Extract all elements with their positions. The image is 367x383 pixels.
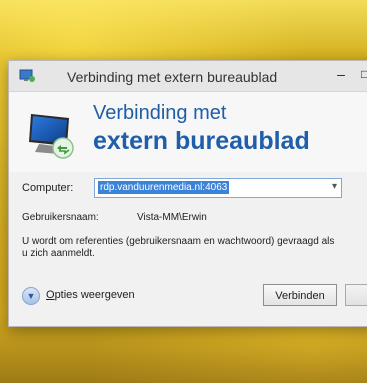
banner-subtitle: extern bureaublad [93, 127, 310, 155]
show-options-label[interactable]: Opties weergeven [46, 289, 135, 301]
window-title: Verbinding met extern bureaublad [67, 69, 278, 85]
dialog-content: Computer: rdp.vanduurenmedia.nl:4063 ▾ G… [9, 172, 367, 326]
help-button[interactable] [345, 284, 367, 306]
banner-title: Verbinding met [93, 102, 227, 124]
title-bar[interactable]: Verbinding met extern bureaublad – □ [9, 61, 367, 92]
desktop-glow [0, 0, 367, 60]
computer-label: Computer: [22, 182, 74, 194]
maximize-button[interactable]: □ [361, 67, 367, 83]
chevron-down-icon[interactable]: ▾ [332, 181, 337, 192]
username-label: Gebruikersnaam: [22, 212, 99, 223]
remote-desktop-dialog: Verbinding met extern bureaublad – □ Ver… [8, 60, 367, 327]
remote-desktop-app-icon [19, 69, 35, 82]
computer-input[interactable]: rdp.vanduurenmedia.nl:4063 ▾ [94, 178, 342, 198]
options-label-text: pties weergeven [54, 289, 135, 301]
connect-button[interactable]: Verbinden [263, 284, 337, 306]
dialog-banner: Verbinding met extern bureaublad [9, 92, 367, 172]
chevron-down-icon[interactable]: ▼ [22, 287, 40, 305]
minimize-button[interactable]: – [334, 67, 348, 83]
username-value: Vista-MM\Erwin [137, 212, 207, 223]
options-accelerator: O [46, 289, 55, 301]
computer-input-value[interactable]: rdp.vanduurenmedia.nl:4063 [98, 181, 230, 194]
credentials-info-text: U wordt om referenties (gebruikersnaam e… [22, 236, 335, 259]
remote-desktop-monitor-icon [29, 114, 74, 159]
